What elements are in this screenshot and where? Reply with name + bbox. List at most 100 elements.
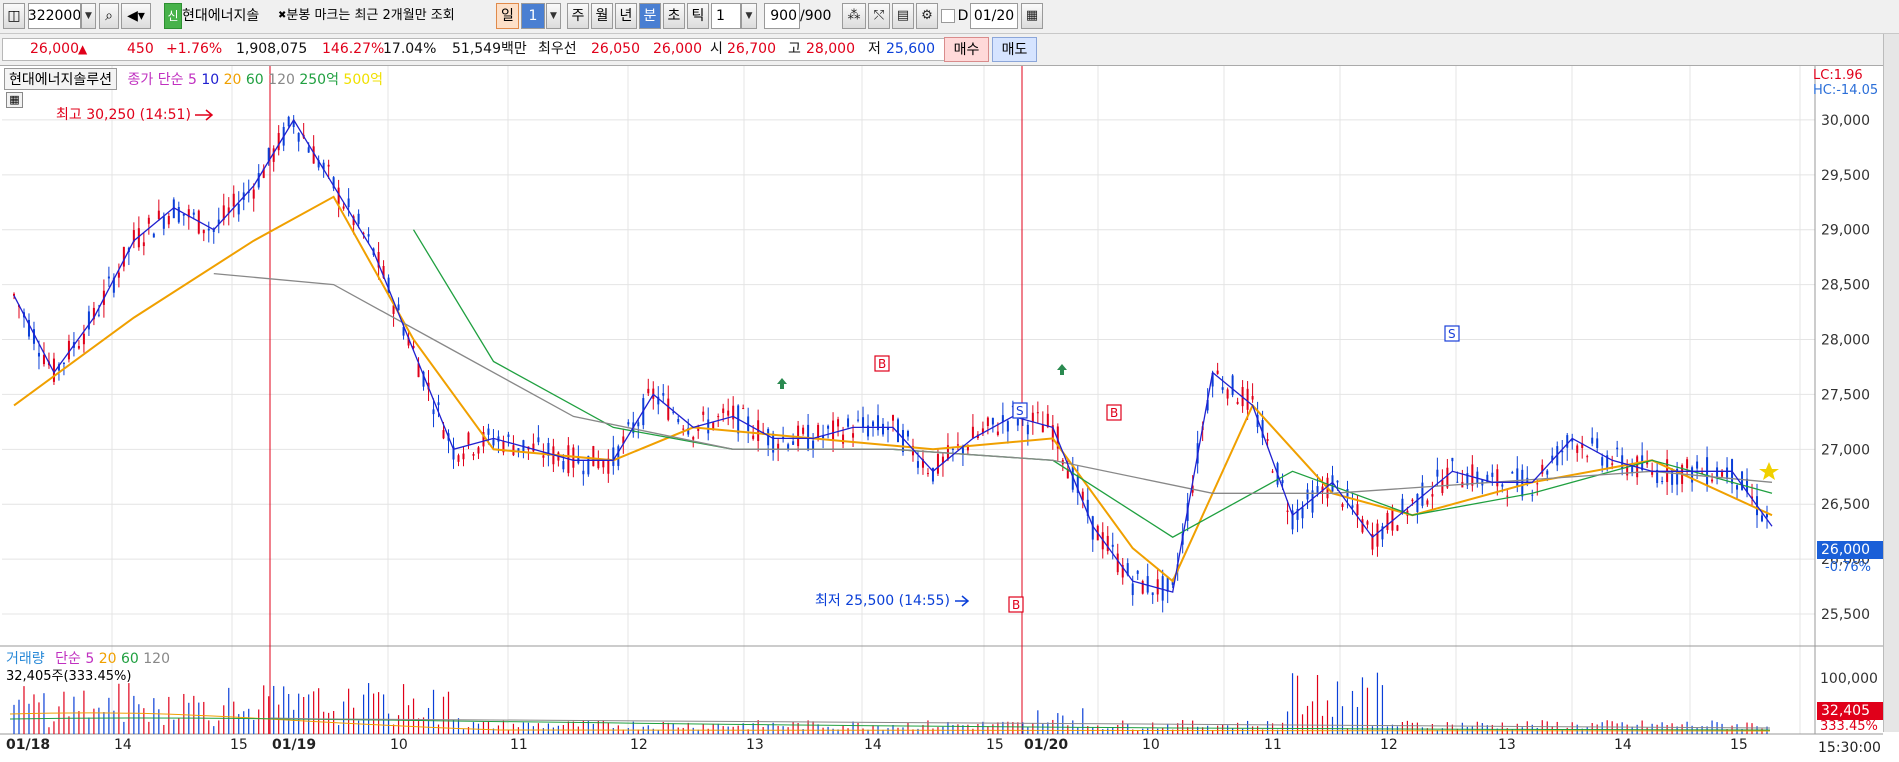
price-legend: 현대에너지솔루션 종가 단순 5 10 20 60 120 250억 500억: [4, 68, 383, 90]
candle-body-265: [1336, 480, 1339, 483]
ma120-label: 120: [268, 72, 295, 88]
period-week[interactable]: 주: [567, 3, 589, 29]
sound-menu-icon[interactable]: ◀▾: [121, 3, 151, 29]
ma20-label: 20: [223, 72, 242, 88]
period-second[interactable]: 초: [663, 3, 685, 29]
period-dropdown-icon[interactable]: ▼: [546, 3, 561, 29]
price-panel-title[interactable]: 현대에너지솔루션: [4, 68, 118, 90]
current-price: 26,000: [30, 41, 79, 57]
candle-body-38: [202, 229, 205, 234]
search-icon[interactable]: ⌕: [99, 3, 119, 29]
candle-body-196: [991, 417, 994, 425]
candle-body-57: [297, 132, 300, 142]
candle-body-33: [177, 206, 180, 223]
candle-body-346: [1741, 471, 1744, 490]
candle-body-197: [996, 431, 999, 435]
candle-body-268: [1351, 505, 1354, 508]
candle-body-313: [1576, 445, 1579, 453]
candle-body-151: [767, 428, 770, 446]
candle-body-71: [367, 234, 370, 237]
candle-body-156: [792, 441, 795, 445]
candle-body-125: [637, 422, 640, 427]
best-label: 최우선: [538, 41, 577, 57]
low-annotation: 최저 25,500 (14:55): [815, 593, 950, 609]
period-minute-label: 분: [643, 8, 657, 24]
period-tick[interactable]: 틱: [687, 3, 709, 29]
code-dropdown-icon[interactable]: ▼: [81, 3, 96, 29]
chart-menu-icon[interactable]: ◫: [3, 3, 25, 29]
candle-body-266: [1341, 503, 1344, 507]
candle-body-316: [1591, 437, 1594, 444]
interval-dropdown-icon[interactable]: ▼: [741, 3, 757, 29]
y-tick-0: 30,000: [1821, 113, 1870, 129]
current-price-tag: 26,000: [1817, 541, 1889, 559]
trend-line-icon[interactable]: ⤲: [868, 3, 890, 29]
candle-body-288: [1451, 457, 1454, 462]
candle-body-134: [682, 428, 685, 430]
candle-body-311: [1566, 435, 1569, 448]
candle-body-258: [1301, 507, 1304, 519]
candle-body-85: [437, 402, 440, 406]
candle-body-192: [971, 426, 974, 438]
notice-text: ✖ 분봉 마크는 최근 2개월만 조회: [278, 3, 478, 29]
trade-amount: 51,549백만: [452, 41, 527, 57]
y-tick-7: 26,500: [1821, 497, 1870, 513]
candle-body-45: [237, 203, 240, 215]
period-year[interactable]: 년: [615, 3, 637, 29]
volume-last: 32,405주(333.45%): [6, 669, 132, 684]
interval-input[interactable]: 1: [711, 3, 741, 29]
lc-value: LC:1.96: [1813, 68, 1863, 83]
star-icon: [1759, 462, 1779, 480]
candle-body-342: [1721, 472, 1724, 477]
date-checkbox[interactable]: [941, 9, 955, 23]
candle-body-332: [1671, 470, 1674, 485]
date-input[interactable]: 01/20: [970, 3, 1018, 29]
period-second-label: 초: [667, 8, 681, 24]
candle-body-89: [457, 455, 460, 462]
count-input[interactable]: 900: [764, 3, 800, 29]
candle-body-245: [1236, 401, 1239, 404]
candle-body-345: [1736, 485, 1739, 490]
candle-body-27: [147, 217, 150, 224]
sell-button[interactable]: 매도: [992, 37, 1037, 62]
candle-body-277: [1396, 525, 1399, 531]
save-icon[interactable]: ▤: [892, 3, 914, 29]
candle-body-14: [82, 333, 85, 345]
signal-marker-text-3: S: [1016, 404, 1024, 418]
calendar-icon[interactable]: ▦: [1021, 3, 1043, 29]
period-minute[interactable]: 분: [639, 3, 661, 29]
period-count[interactable]: 1: [521, 3, 545, 29]
period-day[interactable]: 일: [496, 3, 519, 29]
candle-body-93: [477, 447, 480, 454]
candle-body-271: [1366, 521, 1369, 525]
candle-body-170: [862, 417, 865, 428]
price-ma-label: 종가 단순: [127, 72, 184, 88]
candle-body-63: [327, 164, 330, 167]
candle-body-92: [472, 454, 475, 456]
time-label: 15:30:00: [1818, 740, 1881, 756]
candle-body-179: [906, 430, 909, 437]
amt500-label: 500억: [343, 72, 384, 88]
candle-body-105: [537, 437, 540, 443]
chart-svg[interactable]: 30,000 29,500 29,000 28,500 28,000 27,500 27,0…: [0, 66, 1899, 762]
candle-body-251: [1266, 439, 1269, 441]
candle-body-91: [467, 432, 470, 445]
candle-body-131: [667, 398, 670, 420]
candle-body-66: [342, 206, 345, 209]
gear-icon[interactable]: ⚙: [916, 3, 938, 29]
candle-body-17: [97, 314, 100, 316]
candle-body-315: [1586, 456, 1589, 458]
right-scrollbar[interactable]: [1883, 34, 1899, 732]
table-icon[interactable]: ▦: [6, 92, 23, 108]
candle-body-189: [956, 444, 959, 446]
candle-body-26: [142, 242, 145, 247]
stock-name-text: 현대에너지솔: [182, 8, 260, 24]
period-month[interactable]: 월: [591, 3, 613, 29]
candle-body-53: [277, 132, 280, 151]
indicator-icon[interactable]: ⁂: [842, 3, 866, 29]
candle-body-123: [627, 422, 630, 425]
candle-body-244: [1231, 375, 1234, 396]
code-input[interactable]: 322000: [28, 3, 81, 29]
buy-button[interactable]: 매수: [944, 37, 989, 62]
candle-body-350: [1761, 515, 1764, 522]
